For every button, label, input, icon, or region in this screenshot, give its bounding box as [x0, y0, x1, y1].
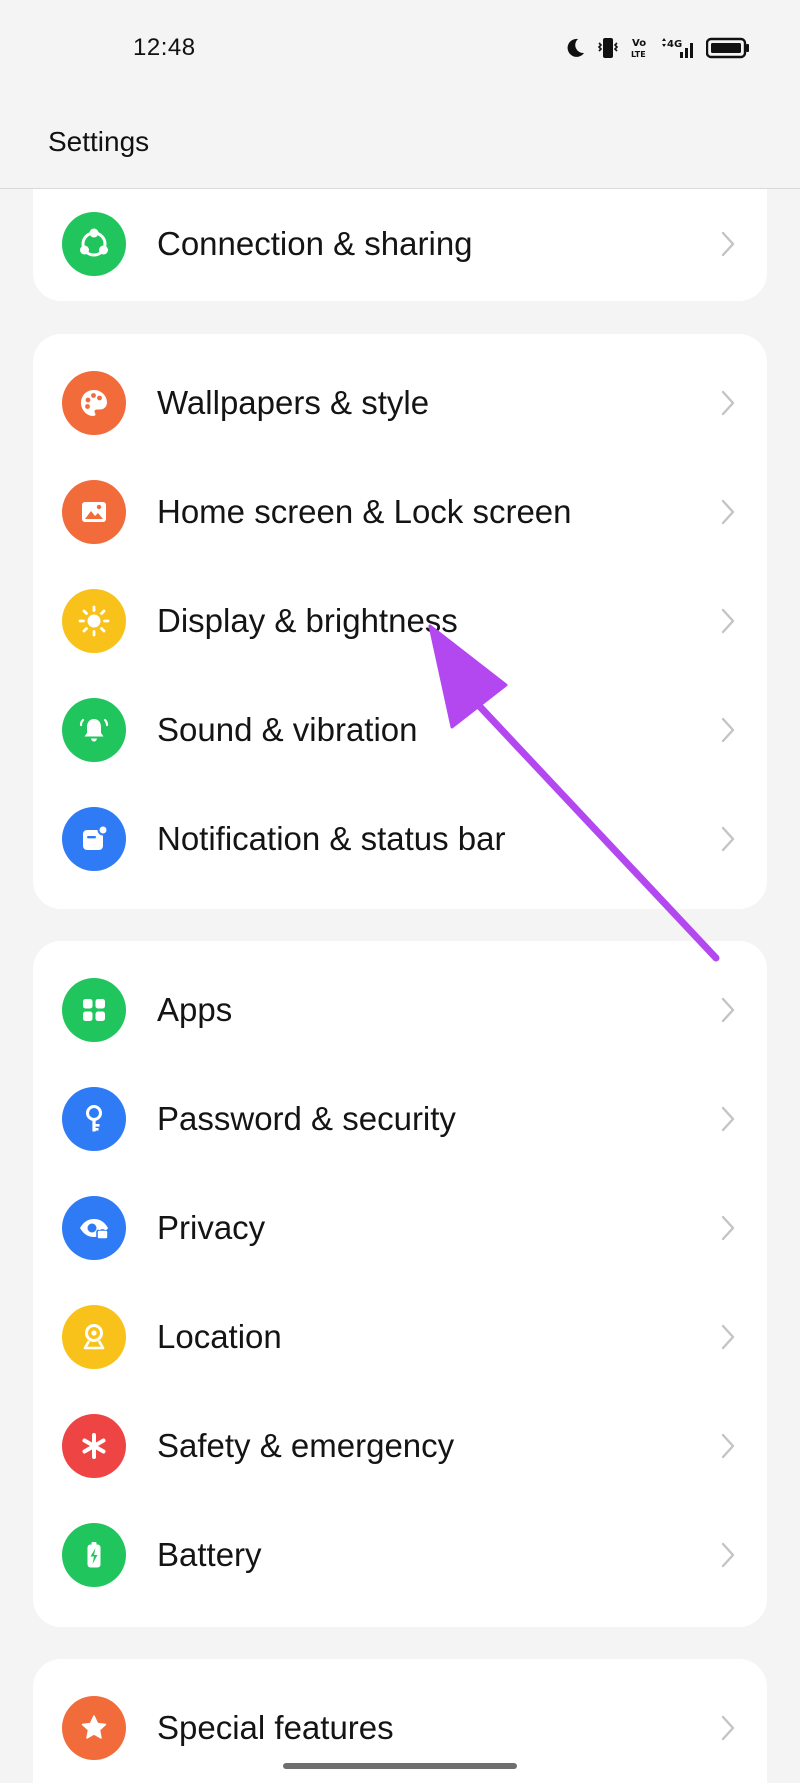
svg-text:Vo: Vo — [632, 38, 646, 49]
eye-lock-icon — [62, 1195, 126, 1260]
svg-text:4G: 4G — [667, 39, 682, 50]
chevron-right-icon — [721, 1433, 735, 1458]
battery-icon — [706, 37, 750, 59]
apps-grid-icon — [62, 977, 126, 1042]
asterisk-icon — [62, 1413, 126, 1478]
settings-item-label: Privacy — [157, 1208, 266, 1246]
chevron-right-icon — [721, 608, 735, 633]
star-icon — [62, 1695, 126, 1760]
chevron-right-icon — [721, 717, 735, 742]
location-pin-icon — [62, 1304, 126, 1369]
chevron-right-icon — [721, 499, 735, 524]
settings-item-display-brightness[interactable]: Display & brightness — [33, 566, 767, 675]
settings-item-label: Apps — [157, 990, 233, 1028]
settings-item-battery[interactable]: Battery — [33, 1500, 767, 1609]
settings-header: Settings — [0, 100, 800, 189]
key-icon — [62, 1086, 126, 1151]
volte-icon: Vo LTE — [630, 36, 650, 60]
chevron-right-icon — [721, 1106, 735, 1131]
settings-item-connection-sharing[interactable]: Connection & sharing — [33, 189, 767, 298]
settings-item-wallpapers-style[interactable]: Wallpapers & style — [33, 348, 767, 457]
chevron-right-icon — [721, 826, 735, 851]
chevron-right-icon — [721, 231, 735, 256]
palette-icon — [62, 370, 126, 435]
connection-sharing-icon — [62, 211, 126, 276]
settings-item-label: Special features — [157, 1708, 394, 1746]
status-icons: Vo LTE 4G — [564, 36, 750, 60]
settings-group-connection: Connection & sharing — [33, 189, 767, 301]
settings-item-location[interactable]: Location — [33, 1282, 767, 1391]
settings-item-notification-status-bar[interactable]: Notification & status bar — [33, 784, 767, 893]
bell-icon — [62, 697, 126, 762]
home-indicator[interactable] — [283, 1763, 517, 1769]
settings-item-password-security[interactable]: Password & security — [33, 1064, 767, 1173]
settings-group-apps-security: Apps Password & security Privacy Locatio… — [33, 941, 767, 1627]
chevron-right-icon — [721, 1715, 735, 1740]
moon-icon — [564, 37, 586, 59]
sun-icon — [62, 588, 126, 653]
battery-charge-icon — [62, 1522, 126, 1587]
signal-4g-icon: 4G — [660, 36, 696, 60]
settings-item-privacy[interactable]: Privacy — [33, 1173, 767, 1282]
notification-icon — [62, 806, 126, 871]
chevron-right-icon — [721, 390, 735, 415]
chevron-right-icon — [721, 1215, 735, 1240]
svg-text:LTE: LTE — [631, 50, 646, 59]
settings-item-label: Location — [157, 1317, 282, 1355]
settings-item-sound-vibration[interactable]: Sound & vibration — [33, 675, 767, 784]
status-bar: 12:48 Vo LTE 4G — [0, 0, 800, 100]
vibrate-icon — [596, 36, 620, 60]
settings-item-safety-emergency[interactable]: Safety & emergency — [33, 1391, 767, 1500]
image-icon — [62, 479, 126, 544]
settings-item-label: Connection & sharing — [157, 224, 473, 262]
settings-item-label: Display & brightness — [157, 601, 458, 639]
settings-item-label: Sound & vibration — [157, 710, 418, 748]
chevron-right-icon — [721, 1324, 735, 1349]
settings-item-home-lock-screen[interactable]: Home screen & Lock screen — [33, 457, 767, 566]
settings-item-label: Password & security — [157, 1099, 456, 1137]
status-time: 12:48 — [133, 34, 196, 61]
settings-item-label: Safety & emergency — [157, 1426, 455, 1464]
settings-item-label: Battery — [157, 1535, 262, 1573]
settings-item-label: Notification & status bar — [157, 819, 506, 857]
settings-item-label: Home screen & Lock screen — [157, 492, 572, 530]
settings-item-label: Wallpapers & style — [157, 383, 430, 421]
settings-group-personalization: Wallpapers & style Home screen & Lock sc… — [33, 334, 767, 909]
chevron-right-icon — [721, 1542, 735, 1567]
chevron-right-icon — [721, 997, 735, 1022]
settings-item-apps[interactable]: Apps — [33, 955, 767, 1064]
page-title: Settings — [48, 126, 150, 157]
settings-list[interactable]: Connection & sharing Wallpapers & style — [0, 189, 800, 1783]
